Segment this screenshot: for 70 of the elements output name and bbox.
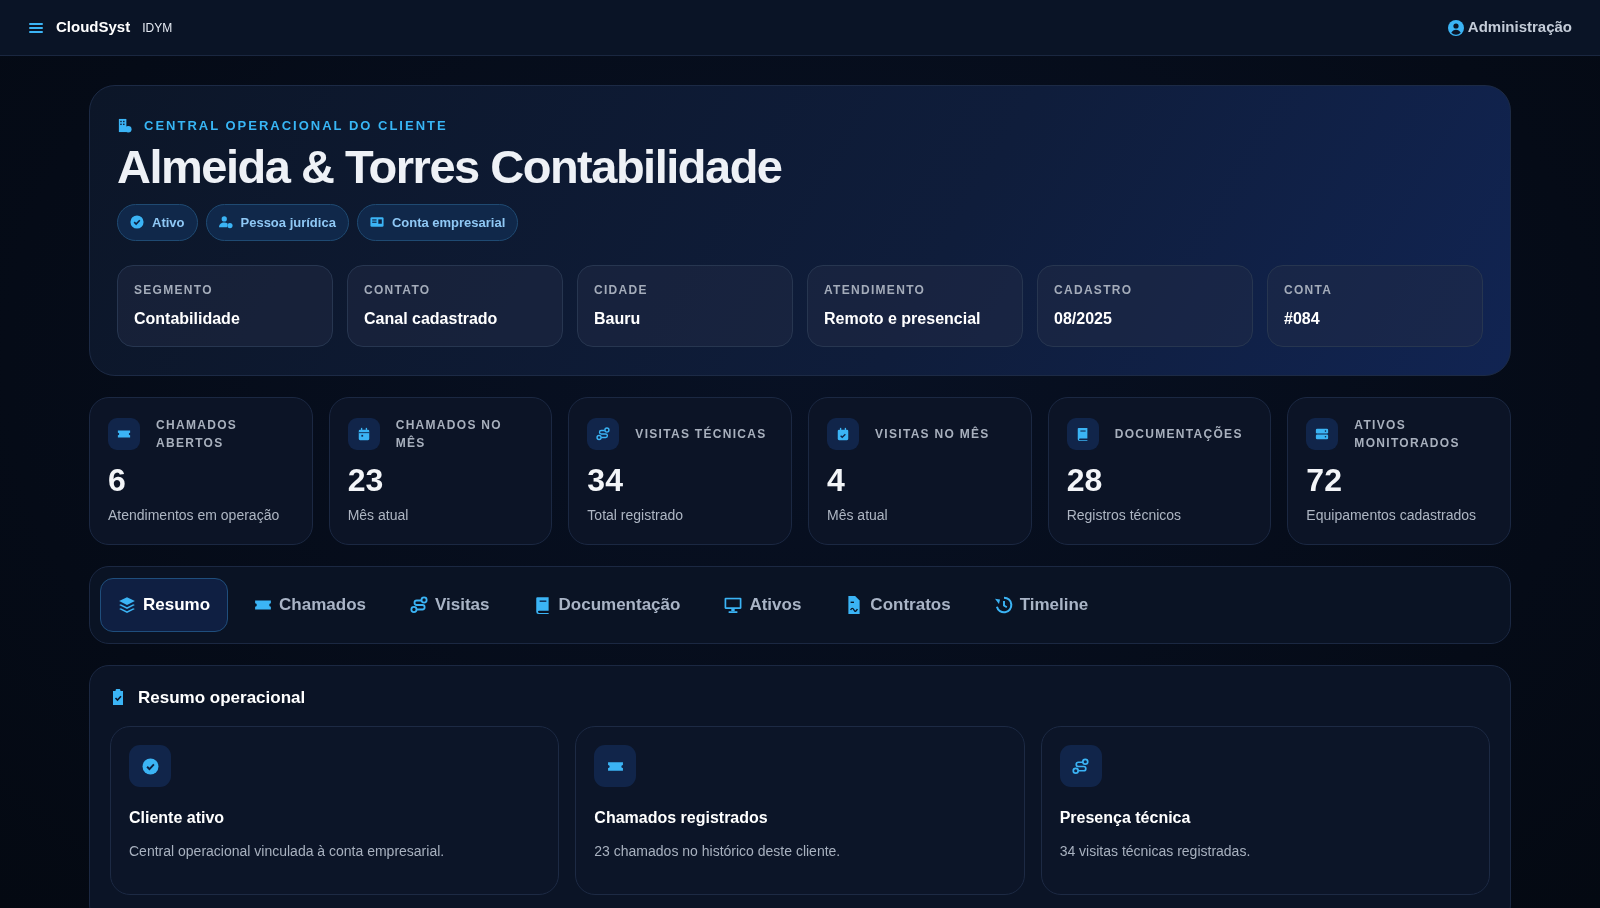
info-label: CONTA: [1284, 282, 1334, 300]
book-icon: [533, 595, 552, 614]
info-value: Contabilidade: [134, 309, 241, 330]
info-label: SEGMENTO: [134, 282, 214, 300]
card-text: Central operacional vinculada à conta empresarial.: [129, 842, 446, 862]
section-eyebrow: CENTRAL OPERACIONAL DO CLIENTE: [144, 117, 448, 135]
stat-label: VISITAS NO MÊS: [875, 425, 990, 444]
info-value: #084: [1284, 309, 1321, 330]
panel-title: Resumo operacional: [138, 686, 306, 709]
tab[interactable]: Documentação: [515, 578, 699, 632]
stat-value: 4: [827, 464, 846, 497]
card-text: 23 chamados no histórico deste cliente.: [594, 842, 842, 862]
info-value: Bauru: [594, 309, 642, 330]
tab[interactable]: Contratos: [827, 578, 969, 632]
stat-caption: Equipamentos cadastrados: [1306, 506, 1478, 526]
tab[interactable]: Timeline: [976, 578, 1107, 632]
tab[interactable]: Visitas: [392, 578, 508, 632]
card-title: Chamados registrados: [594, 808, 769, 829]
calendar-icon: [836, 427, 850, 442]
stat-caption: Mês atual: [347, 506, 410, 526]
status-tag: Conta empresarial: [356, 203, 519, 242]
stat-value: 72: [1306, 464, 1343, 497]
route-icon: [596, 427, 611, 442]
card-title: Presença técnica: [1059, 808, 1192, 829]
user-menu-link[interactable]: Administração: [1447, 16, 1572, 39]
user-icon: [218, 215, 233, 230]
stat-label: CHAMADOS NO MÊS: [395, 417, 503, 453]
monitor-icon: [724, 595, 743, 614]
history-icon: [994, 595, 1013, 614]
client-name: Almeida & Torres Contabilidade: [117, 139, 783, 194]
info-value: Remoto e presencial: [824, 309, 982, 330]
user-icon: [1447, 19, 1464, 36]
stat-caption: Total registrado: [587, 506, 685, 526]
layers-icon: [118, 595, 136, 614]
brand-name[interactable]: CloudSyst: [56, 16, 131, 39]
card-text: 34 visitas técnicas registradas.: [1059, 842, 1252, 862]
stat-value: 34: [587, 464, 624, 497]
server-icon: [1315, 427, 1330, 442]
info-label: CADASTRO: [1054, 282, 1134, 300]
stat-caption: Registros técnicos: [1066, 506, 1183, 526]
stat-label: CHAMADOS ABERTOS: [156, 417, 239, 453]
info-label: CIDADE: [594, 282, 649, 300]
stat-label: VISITAS TÉCNICAS: [635, 425, 767, 444]
stat-value: 23: [347, 464, 385, 497]
stat-label: DOCUMENTAÇÕES: [1114, 425, 1243, 444]
stat-caption: Atendimentos em operação: [108, 506, 281, 526]
check-circle-icon: [130, 215, 144, 230]
clipboard-check-icon: [110, 689, 126, 706]
status-tag: Ativo: [117, 203, 198, 242]
tab[interactable]: Ativos: [706, 578, 820, 632]
stat-caption: Mês atual: [827, 506, 889, 526]
stat-label: ATIVOS MONITORADOS: [1354, 417, 1461, 453]
info-value: 08/2025: [1054, 309, 1113, 330]
route-icon: [410, 595, 428, 614]
book-icon: [1075, 427, 1090, 442]
info-label: CONTATO: [364, 282, 432, 300]
stat-value: 28: [1066, 464, 1104, 497]
stat-value: 6: [108, 464, 127, 497]
building-icon: [117, 118, 132, 134]
info-value: Canal cadastrado: [364, 309, 499, 330]
tab[interactable]: Resumo: [100, 578, 229, 632]
route-icon: [1072, 757, 1090, 775]
check-circle-icon: [141, 757, 159, 775]
tab[interactable]: Chamados: [236, 578, 384, 632]
card-title: Cliente ativo: [129, 808, 226, 829]
brand-tag: IDYM: [142, 18, 173, 37]
info-label: ATENDIMENTO: [824, 282, 927, 300]
calendar-icon: [356, 427, 371, 442]
id-card-icon: [369, 215, 384, 230]
status-tag: Pessoa jurídica: [205, 203, 349, 242]
